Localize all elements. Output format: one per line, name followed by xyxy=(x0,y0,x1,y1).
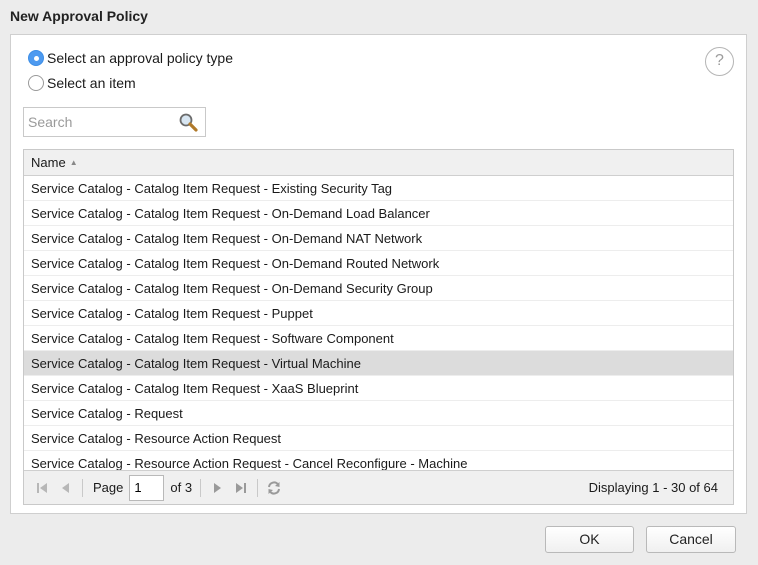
table-row[interactable]: Service Catalog - Catalog Item Request -… xyxy=(24,326,733,351)
grid-rows: Service Catalog - Catalog Item Request -… xyxy=(24,176,733,471)
table-row[interactable]: Service Catalog - Resource Action Reques… xyxy=(24,426,733,451)
radio-approval-policy-type-label[interactable]: Select an approval policy type xyxy=(47,50,233,66)
toolbar-separator xyxy=(200,478,202,497)
search-icon[interactable] xyxy=(178,112,198,132)
page-label: Page xyxy=(93,480,124,495)
ok-button[interactable]: OK xyxy=(545,526,634,553)
previous-page-icon[interactable] xyxy=(54,477,78,499)
page-count-label: of 3 xyxy=(170,480,193,495)
first-page-icon[interactable] xyxy=(30,477,54,499)
displaying-count: Displaying 1 - 30 of 64 xyxy=(588,480,718,495)
search-box xyxy=(23,107,206,137)
table-row[interactable]: Service Catalog - Catalog Item Request -… xyxy=(24,301,733,326)
last-page-icon[interactable] xyxy=(229,477,253,499)
table-row[interactable]: Service Catalog - Catalog Item Request -… xyxy=(24,226,733,251)
toolbar-separator xyxy=(257,478,259,497)
dialog-content-panel: Select an approval policy type Select an… xyxy=(10,34,747,514)
table-row[interactable]: Service Catalog - Catalog Item Request -… xyxy=(24,376,733,401)
cancel-button[interactable]: Cancel xyxy=(646,526,736,553)
column-header-name[interactable]: Name ▲ xyxy=(24,150,733,176)
radio-checked-icon[interactable] xyxy=(28,50,44,66)
table-row-selected[interactable]: Service Catalog - Catalog Item Request -… xyxy=(24,351,733,376)
refresh-icon[interactable] xyxy=(262,477,286,499)
dialog-title: New Approval Policy xyxy=(10,8,148,24)
table-row[interactable]: Service Catalog - Catalog Item Request -… xyxy=(24,176,733,201)
search-input[interactable] xyxy=(24,108,172,136)
pagination-toolbar: Page of 3 Displaying 1 - 30 of 64 xyxy=(24,470,733,504)
table-row[interactable]: Service Catalog - Catalog Item Request -… xyxy=(24,276,733,301)
table-row[interactable]: Service Catalog - Resource Action Reques… xyxy=(24,451,733,471)
toolbar-separator xyxy=(82,478,83,497)
column-header-label[interactable]: Name xyxy=(31,155,66,170)
table-row[interactable]: Service Catalog - Catalog Item Request -… xyxy=(24,201,733,226)
items-grid: Name ▲ Service Catalog - Catalog Item Re… xyxy=(23,149,734,505)
radio-unchecked-icon[interactable] xyxy=(28,75,44,91)
radio-select-item[interactable]: Select an item xyxy=(28,75,136,91)
next-page-icon[interactable] xyxy=(205,477,229,499)
sort-ascending-icon: ▲ xyxy=(69,158,78,167)
radio-approval-policy-type[interactable]: Select an approval policy type xyxy=(28,50,233,66)
help-icon[interactable]: ? xyxy=(705,47,734,76)
table-row[interactable]: Service Catalog - Catalog Item Request -… xyxy=(24,251,733,276)
page-number-input[interactable] xyxy=(129,474,165,501)
radio-select-item-label[interactable]: Select an item xyxy=(47,75,136,91)
table-row[interactable]: Service Catalog - Request xyxy=(24,401,733,426)
